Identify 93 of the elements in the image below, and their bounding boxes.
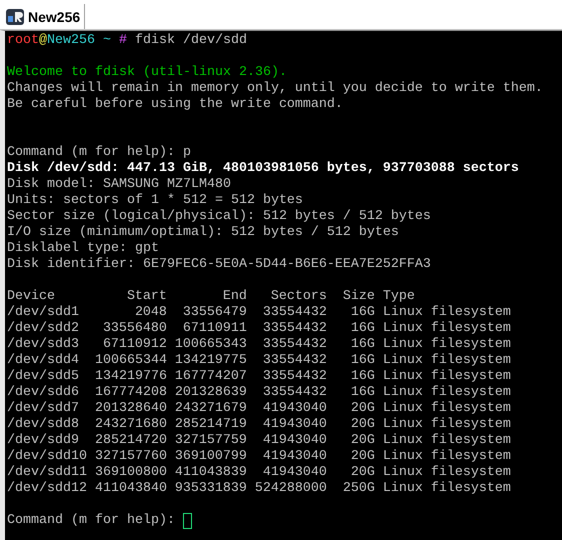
table-cell: 33554432 bbox=[262, 321, 327, 336]
table-cell: /dev/sdd7 bbox=[7, 401, 79, 416]
table-cell: /dev/sdd9 bbox=[7, 433, 79, 448]
table-cell: 369100800 bbox=[94, 465, 167, 480]
table-cell: 33554432 bbox=[262, 385, 327, 400]
table-cell: 33554432 bbox=[262, 337, 327, 352]
output-line: Be careful before using the write command. bbox=[7, 97, 344, 113]
table-cell: 41943040 bbox=[262, 401, 327, 416]
output-line: Units: sectors of 1 * 512 = 512 bytes bbox=[7, 193, 304, 209]
table-cell: /dev/sdd6 bbox=[7, 385, 79, 400]
table-cell: 201328639 bbox=[174, 385, 247, 400]
table-cell: /dev/sdd11 bbox=[7, 465, 87, 480]
table-cell: Linux filesystem bbox=[382, 369, 511, 384]
table-cell: /dev/sdd8 bbox=[7, 417, 79, 432]
table-cell: 33554432 bbox=[262, 305, 327, 320]
prompt-line: root@New256 ~ # fdisk /dev/sdd bbox=[7, 33, 248, 49]
command-prompt: Command (m for help): bbox=[7, 513, 175, 529]
table-cell: 16G bbox=[350, 305, 375, 320]
welcome-message: Welcome to fdisk (util-linux 2.36). bbox=[7, 65, 288, 81]
column-header: Sectors bbox=[270, 289, 327, 304]
table-cell: /dev/sdd4 bbox=[7, 353, 79, 368]
table-cell: 33556480 bbox=[102, 321, 167, 336]
table-cell: 100665344 bbox=[94, 353, 167, 368]
app-icon bbox=[6, 8, 24, 24]
table-cell: /dev/sdd12 bbox=[7, 481, 87, 496]
table-cell: 243271679 bbox=[174, 401, 247, 416]
table-cell: 20G bbox=[350, 417, 375, 432]
table-cell: 100665343 bbox=[174, 337, 247, 352]
table-cell: 134219776 bbox=[94, 369, 167, 384]
table-cell: 524288000 bbox=[254, 481, 327, 496]
table-cell: 20G bbox=[350, 433, 375, 448]
table-cell: Linux filesystem bbox=[382, 401, 511, 416]
column-header: Start bbox=[126, 289, 167, 304]
table-cell: 33554432 bbox=[262, 353, 327, 368]
table-cell: Linux filesystem bbox=[382, 353, 511, 368]
table-cell: 250G bbox=[342, 481, 375, 496]
table-cell: /dev/sdd5 bbox=[7, 369, 79, 384]
table-cell: 67110911 bbox=[182, 321, 247, 336]
table-cell: 33554432 bbox=[262, 369, 327, 384]
output-line: Disk /dev/sdd: 447.13 GiB, 480103981056 bytes, 937703088 sectors bbox=[7, 161, 520, 177]
table-cell: 16G bbox=[350, 337, 375, 352]
text-cursor[interactable] bbox=[182, 513, 192, 529]
table-cell: 167774207 bbox=[174, 369, 247, 384]
output-line: I/O size (minimum/optimal): 512 bytes / 512 bytes bbox=[7, 225, 400, 241]
table-cell: 327157759 bbox=[174, 433, 247, 448]
table-cell: 41943040 bbox=[262, 433, 327, 448]
table-cell: 134219775 bbox=[174, 353, 247, 368]
table-cell: 285214720 bbox=[94, 433, 167, 448]
table-cell: 327157760 bbox=[94, 449, 167, 464]
output-line: Disklabel type: gpt bbox=[7, 241, 160, 257]
table-cell: Linux filesystem bbox=[382, 481, 511, 496]
table-cell: 411043839 bbox=[174, 465, 247, 480]
table-cell: /dev/sdd1 bbox=[7, 305, 79, 320]
output-line: Disk model: SAMSUNG MZ7LM480 bbox=[7, 177, 232, 193]
table-cell: 935331839 bbox=[174, 481, 247, 496]
table-cell: Linux filesystem bbox=[382, 385, 511, 400]
column-header: End bbox=[222, 289, 247, 304]
table-cell: /dev/sdd2 bbox=[7, 321, 79, 336]
table-cell: 285214719 bbox=[174, 417, 247, 432]
table-cell: 41943040 bbox=[262, 417, 327, 432]
table-cell: 16G bbox=[350, 321, 375, 336]
table-cell: 20G bbox=[350, 449, 375, 464]
output-line: Command (m for help): p bbox=[7, 145, 192, 161]
table-cell: 201328640 bbox=[94, 401, 167, 416]
table-cell: Linux filesystem bbox=[382, 321, 511, 336]
column-header: Size bbox=[342, 289, 375, 304]
table-cell: 16G bbox=[350, 353, 375, 368]
table-cell: 33556479 bbox=[182, 305, 247, 320]
table-cell: 41943040 bbox=[262, 465, 327, 480]
table-cell: 16G bbox=[350, 369, 375, 384]
table-cell: Linux filesystem bbox=[382, 417, 511, 432]
table-cell: 369100799 bbox=[174, 449, 247, 464]
table-cell: 20G bbox=[350, 465, 375, 480]
table-cell: Linux filesystem bbox=[382, 465, 511, 480]
table-cell: 41943040 bbox=[262, 449, 327, 464]
table-cell: Linux filesystem bbox=[382, 305, 511, 320]
table-cell: 16G bbox=[350, 385, 375, 400]
output-line: Changes will remain in memory only, until you decide to write them. bbox=[7, 81, 544, 97]
table-cell: /dev/sdd3 bbox=[7, 337, 79, 352]
output-line: Sector size (logical/physical): 512 bytes / 512 bytes bbox=[7, 209, 432, 225]
table-cell: 243271680 bbox=[94, 417, 167, 432]
table-cell: Linux filesystem bbox=[382, 337, 511, 352]
table-cell: Linux filesystem bbox=[382, 433, 511, 448]
table-cell: 167774208 bbox=[94, 385, 167, 400]
table-cell: 20G bbox=[350, 401, 375, 416]
column-header: Type bbox=[382, 289, 415, 304]
table-cell: /dev/sdd10 bbox=[7, 449, 87, 464]
output-line: Disk identifier: 6E79FEC6-5E0A-5D44-B6E6-EEA7E252FFA3 bbox=[7, 257, 432, 273]
column-header: Device bbox=[7, 289, 55, 304]
table-cell: 2048 bbox=[134, 305, 167, 320]
table-cell: 67110912 bbox=[102, 337, 167, 352]
table-cell: Linux filesystem bbox=[382, 449, 511, 464]
table-cell: 411043840 bbox=[94, 481, 167, 496]
